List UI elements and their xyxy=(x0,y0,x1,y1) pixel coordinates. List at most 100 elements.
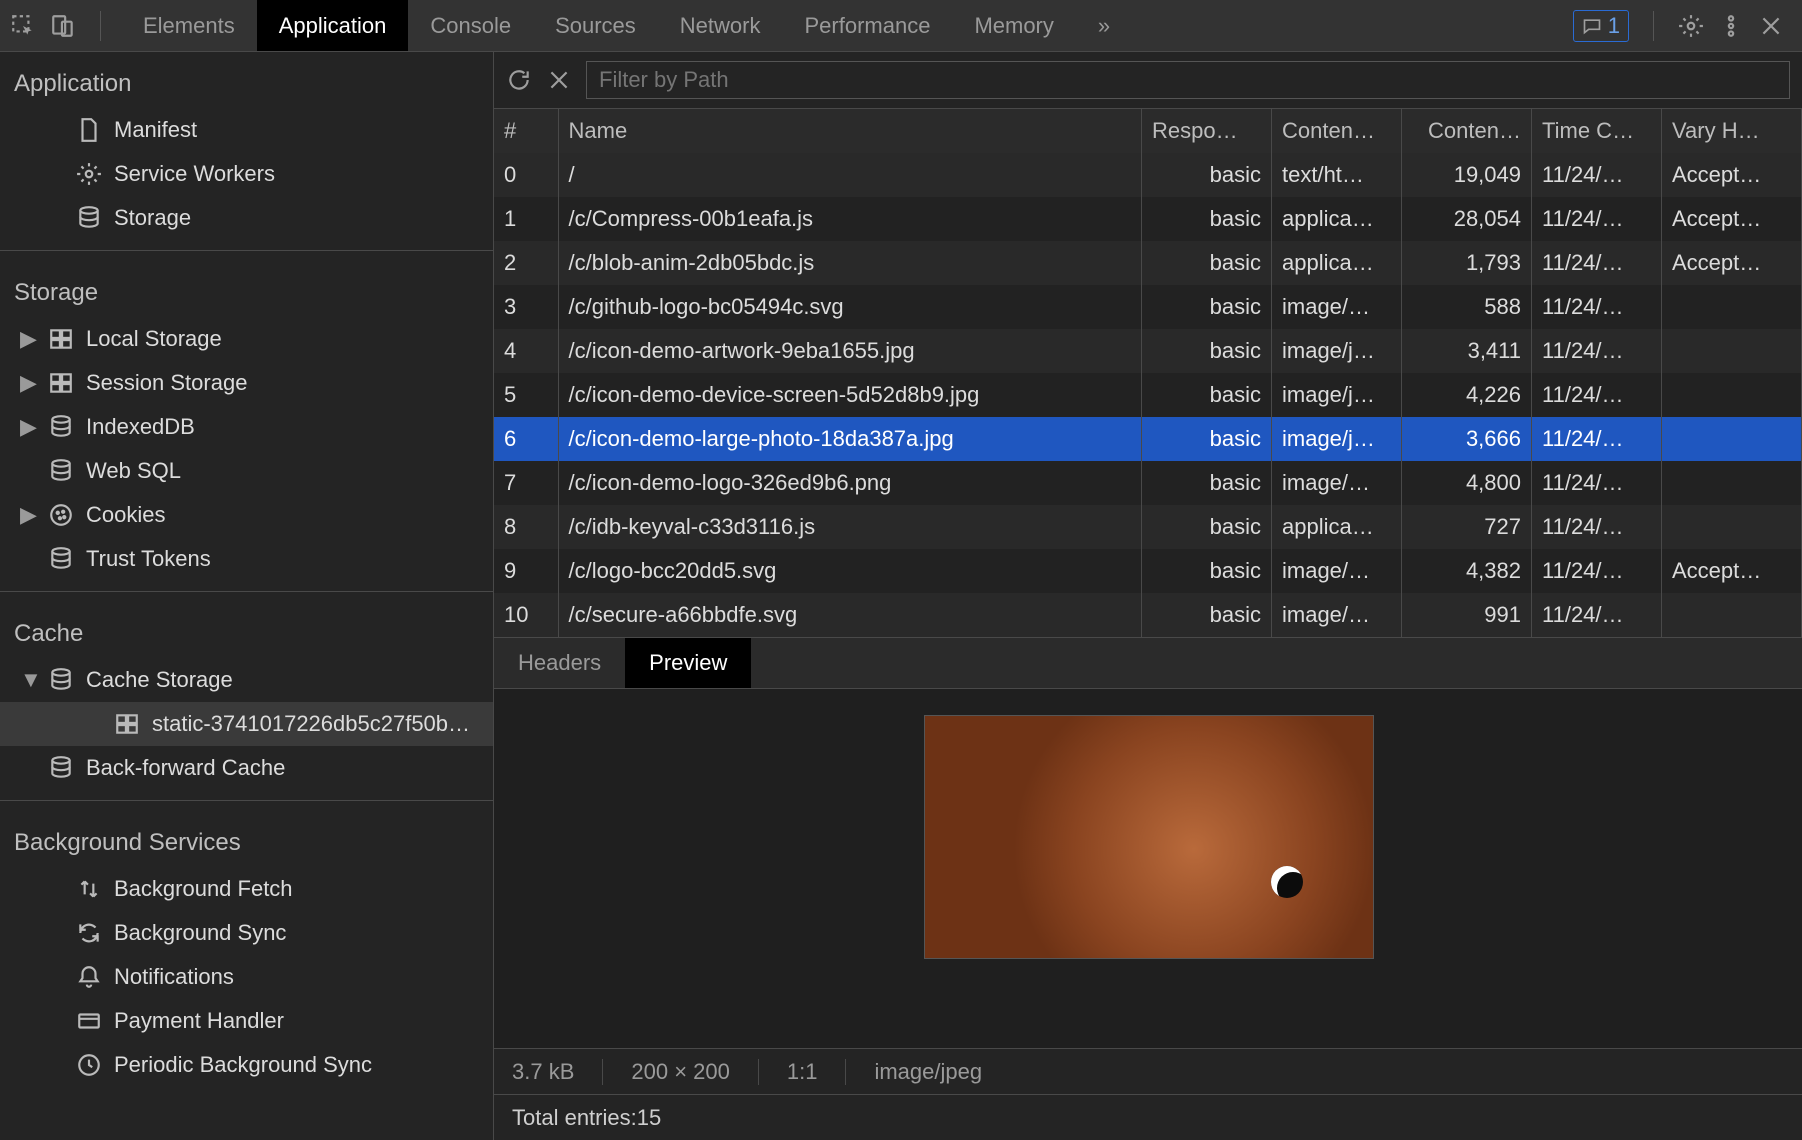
cache-filter-bar xyxy=(494,52,1802,108)
table-row[interactable]: 9/c/logo-bcc20dd5.svgbasicimage/…4,38211… xyxy=(494,549,1802,593)
sidebar-item-label: Session Storage xyxy=(86,370,247,396)
tab-network[interactable]: Network xyxy=(658,0,783,51)
column-header[interactable]: # xyxy=(494,109,558,153)
clear-icon[interactable] xyxy=(546,67,572,93)
db-icon xyxy=(76,205,102,231)
cache-entries-table: #NameRespo…Conten…Conten…Time C…Vary H… … xyxy=(494,108,1802,637)
sidebar-item-payment-handler[interactable]: Payment Handler xyxy=(0,999,493,1043)
table-row[interactable]: 6/c/icon-demo-large-photo-18da387a.jpgba… xyxy=(494,417,1802,461)
db-icon xyxy=(48,414,74,440)
sidebar-item-indexeddb[interactable]: ▶IndexedDB xyxy=(0,405,493,449)
tab-console[interactable]: Console xyxy=(408,0,533,51)
sidebar-item-label: Back-forward Cache xyxy=(86,755,285,781)
table-row[interactable]: 0/basictext/ht…19,04911/24/…Accept… xyxy=(494,153,1802,197)
sidebar-item-label: static-3741017226db5c27f50b… xyxy=(152,711,470,737)
sidebar-item-periodic-background-sync[interactable]: Periodic Background Sync xyxy=(0,1043,493,1087)
resource-preview xyxy=(494,689,1802,1048)
sidebar-item-label: Periodic Background Sync xyxy=(114,1052,372,1078)
table-row[interactable]: 2/c/blob-anim-2db05bdc.jsbasicapplica…1,… xyxy=(494,241,1802,285)
column-header[interactable]: Conten… xyxy=(1402,109,1532,153)
sidebar-item-cache-storage[interactable]: ▼Cache Storage xyxy=(0,658,493,702)
sidebar-item-label: Background Sync xyxy=(114,920,286,946)
section-storage-title: Storage xyxy=(0,261,493,317)
sidebar-item-label: Storage xyxy=(114,205,191,231)
tab-application[interactable]: Application xyxy=(257,0,409,51)
updown-icon xyxy=(76,876,102,902)
issues-count: 1 xyxy=(1608,13,1620,39)
detail-tab-headers[interactable]: Headers xyxy=(494,638,625,688)
separator xyxy=(1653,11,1654,41)
table-row[interactable]: 4/c/icon-demo-artwork-9eba1655.jpgbasici… xyxy=(494,329,1802,373)
sidebar-item-label: Background Fetch xyxy=(114,876,293,902)
bell-icon xyxy=(76,964,102,990)
tab-performance[interactable]: Performance xyxy=(782,0,952,51)
tab-memory[interactable]: Memory xyxy=(952,0,1075,51)
sidebar-item-label: Local Storage xyxy=(86,326,222,352)
column-header[interactable]: Name xyxy=(558,109,1142,153)
clock-icon xyxy=(76,1052,102,1078)
sidebar-item-background-sync[interactable]: Background Sync xyxy=(0,911,493,955)
sidebar-item-label: Service Workers xyxy=(114,161,275,187)
sidebar-item-label: Manifest xyxy=(114,117,197,143)
cookie-icon xyxy=(48,502,74,528)
toggle-device-icon[interactable] xyxy=(50,13,76,39)
detail-tabs: HeadersPreview xyxy=(494,637,1802,689)
table-row[interactable]: 10/c/secure-a66bbdfe.svgbasicimage/…9911… xyxy=(494,593,1802,637)
section-background-title: Background Services xyxy=(0,811,493,867)
filter-input[interactable] xyxy=(586,61,1790,99)
sidebar-item-service-workers[interactable]: Service Workers xyxy=(0,152,493,196)
db-icon xyxy=(48,667,74,693)
sidebar-item-storage[interactable]: Storage xyxy=(0,196,493,240)
sync-icon xyxy=(76,920,102,946)
sidebar-item-label: IndexedDB xyxy=(86,414,195,440)
tab-elements[interactable]: Elements xyxy=(121,0,257,51)
doc-icon xyxy=(76,117,102,143)
table-row[interactable]: 8/c/idb-keyval-c33d3116.jsbasicapplica…7… xyxy=(494,505,1802,549)
tab-sources[interactable]: Sources xyxy=(533,0,658,51)
kebab-menu-icon[interactable] xyxy=(1718,13,1744,39)
separator xyxy=(100,11,101,41)
refresh-icon[interactable] xyxy=(506,67,532,93)
table-row[interactable]: 3/c/github-logo-bc05494c.svgbasicimage/…… xyxy=(494,285,1802,329)
sidebar-item-trust-tokens[interactable]: Trust Tokens xyxy=(0,537,493,581)
issues-badge[interactable]: 1 xyxy=(1573,10,1629,42)
table-row[interactable]: 1/c/Compress-00b1eafa.jsbasicapplica…28,… xyxy=(494,197,1802,241)
sidebar-item-back-forward-cache[interactable]: Back-forward Cache xyxy=(0,746,493,790)
sidebar-item-session-storage[interactable]: ▶Session Storage xyxy=(0,361,493,405)
sidebar-item-background-fetch[interactable]: Background Fetch xyxy=(0,867,493,911)
preview-mime: image/jpeg xyxy=(846,1059,1010,1085)
sidebar-item-label: Web SQL xyxy=(86,458,181,484)
column-header[interactable]: Vary H… xyxy=(1662,109,1802,153)
db-icon xyxy=(48,458,74,484)
application-sidebar: Application Manifest Service Workers Stora… xyxy=(0,52,494,1140)
detail-tab-preview[interactable]: Preview xyxy=(625,638,751,688)
table-row[interactable]: 5/c/icon-demo-device-screen-5d52d8b9.jpg… xyxy=(494,373,1802,417)
column-header[interactable]: Conten… xyxy=(1272,109,1402,153)
column-header[interactable]: Time C… xyxy=(1532,109,1662,153)
inspect-element-icon[interactable] xyxy=(10,13,36,39)
devtools-top-bar: ElementsApplicationConsoleSourcesNetwork… xyxy=(0,0,1802,52)
sidebar-item-static-3741017226db5c27f50b[interactable]: static-3741017226db5c27f50b… xyxy=(0,702,493,746)
settings-gear-icon[interactable] xyxy=(1678,13,1704,39)
sidebar-item-local-storage[interactable]: ▶Local Storage xyxy=(0,317,493,361)
table-row[interactable]: 7/c/icon-demo-logo-326ed9b6.pngbasicimag… xyxy=(494,461,1802,505)
sidebar-item-cookies[interactable]: ▶Cookies xyxy=(0,493,493,537)
close-devtools-icon[interactable] xyxy=(1758,13,1784,39)
sidebar-item-manifest[interactable]: Manifest xyxy=(0,108,493,152)
sidebar-item-label: Notifications xyxy=(114,964,234,990)
section-cache-title: Cache xyxy=(0,602,493,658)
preview-dimensions: 200 × 200 xyxy=(603,1059,758,1085)
section-application-title: Application xyxy=(0,52,493,108)
preview-image xyxy=(924,715,1374,959)
sidebar-item-label: Cache Storage xyxy=(86,667,233,693)
preview-info-bar: 3.7 kB 200 × 200 1:1 image/jpeg xyxy=(494,1048,1802,1094)
column-header[interactable]: Respo… xyxy=(1142,109,1272,153)
sidebar-item-label: Trust Tokens xyxy=(86,546,211,572)
sidebar-item-web-sql[interactable]: Web SQL xyxy=(0,449,493,493)
sidebar-item-label: Payment Handler xyxy=(114,1008,284,1034)
db-icon xyxy=(48,546,74,572)
tabs-overflow-icon[interactable]: » xyxy=(1076,13,1132,39)
preview-size: 3.7 kB xyxy=(512,1059,603,1085)
sidebar-item-notifications[interactable]: Notifications xyxy=(0,955,493,999)
grid-icon xyxy=(48,370,74,396)
